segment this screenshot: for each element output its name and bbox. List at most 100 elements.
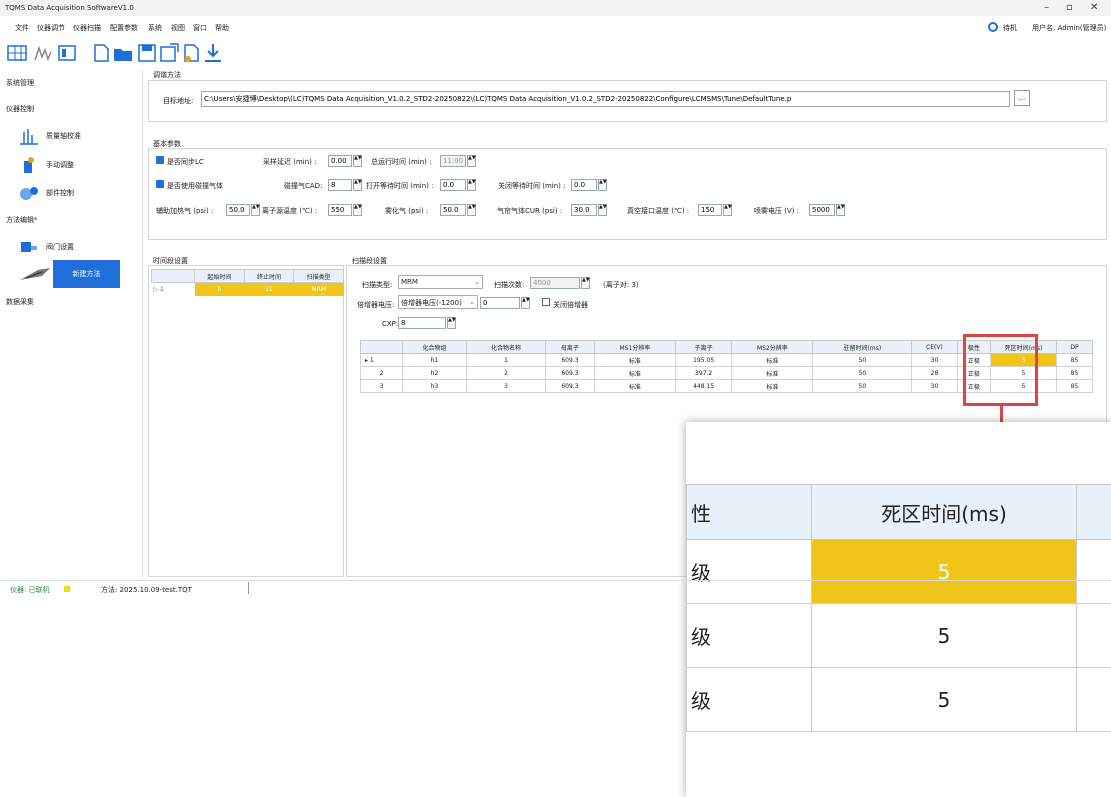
nebulizer-input[interactable]	[440, 204, 466, 216]
source-temp-input[interactable]	[328, 204, 352, 216]
aux-gas-input[interactable]	[226, 204, 250, 216]
vacuum-temp-input[interactable]	[698, 204, 722, 216]
sidebar-item-manual-tune[interactable]: 手动调整	[18, 155, 74, 175]
cell-dp[interactable]: 85	[1056, 366, 1093, 380]
cell-ms2-resolution[interactable]: 标准	[731, 379, 814, 393]
cell-child-ion[interactable]: 448.15	[674, 379, 733, 393]
cell-child-ion[interactable]: 397.2	[674, 366, 733, 380]
close-multiplier-checkbox[interactable]	[542, 298, 550, 306]
sidebar-item-parts-control[interactable]: 部件控制	[18, 183, 74, 203]
zoom-cell-dead-time: 5	[811, 667, 1077, 732]
total-time-input[interactable]	[440, 155, 466, 167]
multiplier-select[interactable]: 倍增器电压(-1200) ⌄	[398, 295, 478, 309]
sync-lc-checkbox[interactable]	[156, 156, 164, 164]
cell-ms1-resolution[interactable]: 标准	[593, 353, 677, 367]
cell-compound-name[interactable]: 1	[465, 353, 547, 367]
cell-dwell-time[interactable]: 50	[812, 353, 913, 367]
config-file-icon[interactable]	[180, 42, 202, 64]
new-method-icon	[20, 268, 50, 280]
curtain-gas-stepper[interactable]: ▲▼	[598, 204, 607, 216]
curtain-gas-input[interactable]	[571, 204, 597, 216]
cell-ms2-resolution[interactable]: 标准	[731, 353, 814, 367]
source-temp-stepper[interactable]: ▲▼	[353, 204, 362, 216]
nebulizer-stepper[interactable]: ▲▼	[467, 204, 476, 216]
cad-stepper[interactable]: ▲▼	[353, 179, 362, 191]
cell-compound-name[interactable]: 2	[465, 366, 547, 380]
table-row[interactable]: ▷ 1 0 11 MRM	[151, 282, 344, 296]
save-as-icon[interactable]	[158, 42, 180, 64]
total-time-stepper[interactable]: ▲▼	[467, 155, 476, 167]
menu-config[interactable]: 配置参数	[110, 23, 138, 33]
grid-chart-icon[interactable]	[6, 42, 28, 64]
cell-ms2-resolution[interactable]: 标准	[731, 366, 814, 380]
scan-count-stepper[interactable]: ▲▼	[581, 277, 590, 289]
sidebar-item-calibration[interactable]: 质量轴校准	[18, 126, 81, 146]
cell-parent-ion[interactable]: 609.3	[545, 379, 595, 393]
cell-compound-name[interactable]: 3	[465, 379, 547, 393]
cell-dp[interactable]: 85	[1056, 379, 1093, 393]
save-icon[interactable]	[136, 42, 158, 64]
cell-ce[interactable]: 30	[911, 353, 958, 367]
menu-instrument-tune[interactable]: 仪器调节	[37, 23, 65, 33]
cell-ce[interactable]: 30	[911, 379, 958, 393]
zoom-cell-polarity: 级	[686, 603, 812, 668]
report-icon[interactable]	[56, 42, 78, 64]
menu-window[interactable]: 窗口	[193, 23, 207, 33]
collision-gas-checkbox[interactable]	[156, 180, 164, 188]
new-file-icon[interactable]	[90, 42, 112, 64]
target-address-input[interactable]	[201, 91, 1010, 107]
menu-help[interactable]: 帮助	[215, 23, 229, 33]
close-wait-input[interactable]	[571, 179, 597, 191]
sidebar-method-edit[interactable]: 方法编辑*	[6, 215, 38, 225]
multiplier-value-input[interactable]	[480, 297, 520, 309]
cell-compound-group[interactable]: h1	[402, 353, 467, 367]
delay-stepper[interactable]: ▲▼	[353, 155, 362, 167]
sidebar-instrument-control[interactable]: 仪器控制	[6, 104, 34, 114]
menu-system[interactable]: 系统	[148, 23, 162, 33]
download-icon[interactable]	[202, 42, 224, 64]
sidebar-item-new-method[interactable]: 新建方法	[53, 260, 120, 288]
cell-parent-ion[interactable]: 609.3	[545, 366, 595, 380]
open-wait-input[interactable]	[440, 179, 466, 191]
sidebar-item-valve[interactable]: 阀门设置	[18, 237, 74, 257]
row-end-time[interactable]: 11	[244, 283, 294, 296]
cell-ms1-resolution[interactable]: 标准	[593, 379, 677, 393]
aux-gas-stepper[interactable]: ▲▼	[251, 204, 260, 216]
minimize-button[interactable]: –	[1044, 2, 1049, 13]
power-icon[interactable]	[988, 22, 998, 32]
cell-ms1-resolution[interactable]: 标准	[593, 366, 677, 380]
sidebar-data-acquisition[interactable]: 数据采集	[6, 297, 34, 307]
cell-ce[interactable]: 28	[911, 366, 958, 380]
open-folder-icon[interactable]	[112, 42, 134, 64]
cell-compound-group[interactable]: h3	[402, 379, 467, 393]
cad-input[interactable]	[328, 179, 352, 191]
row-scan-type[interactable]: MRM	[294, 283, 344, 296]
scan-type-select[interactable]: MRM ⌄	[398, 275, 483, 289]
delay-input[interactable]	[328, 155, 352, 167]
sidebar-system-mgmt[interactable]: 系统管理	[6, 78, 34, 88]
cxp-input[interactable]	[398, 317, 446, 329]
cell-dwell-time[interactable]: 50	[812, 366, 913, 380]
close-wait-stepper[interactable]: ▲▼	[598, 179, 607, 191]
scan-count-input[interactable]	[530, 277, 580, 289]
cell-parent-ion[interactable]: 609.3	[545, 353, 595, 367]
cell-child-ion[interactable]: 195.05	[674, 353, 733, 367]
menu-file[interactable]: 文件	[15, 23, 29, 33]
row-start-time[interactable]: 0	[195, 283, 245, 296]
spray-voltage-stepper[interactable]: ▲▼	[836, 204, 845, 216]
cell-dwell-time[interactable]: 50	[812, 379, 913, 393]
menu-view[interactable]: 视图	[171, 23, 185, 33]
menu-instrument-scan[interactable]: 仪器扫描	[73, 23, 101, 33]
spectrum-icon[interactable]	[32, 42, 54, 64]
cxp-stepper[interactable]: ▲▼	[447, 317, 456, 329]
maximize-button[interactable]: ▫	[1066, 2, 1073, 13]
multiplier-stepper[interactable]: ▲▼	[521, 297, 530, 309]
vacuum-temp-stepper[interactable]: ▲▼	[723, 204, 732, 216]
spray-voltage-input[interactable]	[809, 204, 835, 216]
cell-dp[interactable]: 85	[1056, 353, 1093, 367]
browse-button[interactable]: ...	[1014, 90, 1030, 106]
title-bar: TQMS Data Acquisition SoftwareV1.0 – ▫ ✕	[0, 0, 1111, 16]
cell-compound-group[interactable]: h2	[402, 366, 467, 380]
open-wait-stepper[interactable]: ▲▼	[467, 179, 476, 191]
close-button[interactable]: ✕	[1090, 2, 1098, 13]
